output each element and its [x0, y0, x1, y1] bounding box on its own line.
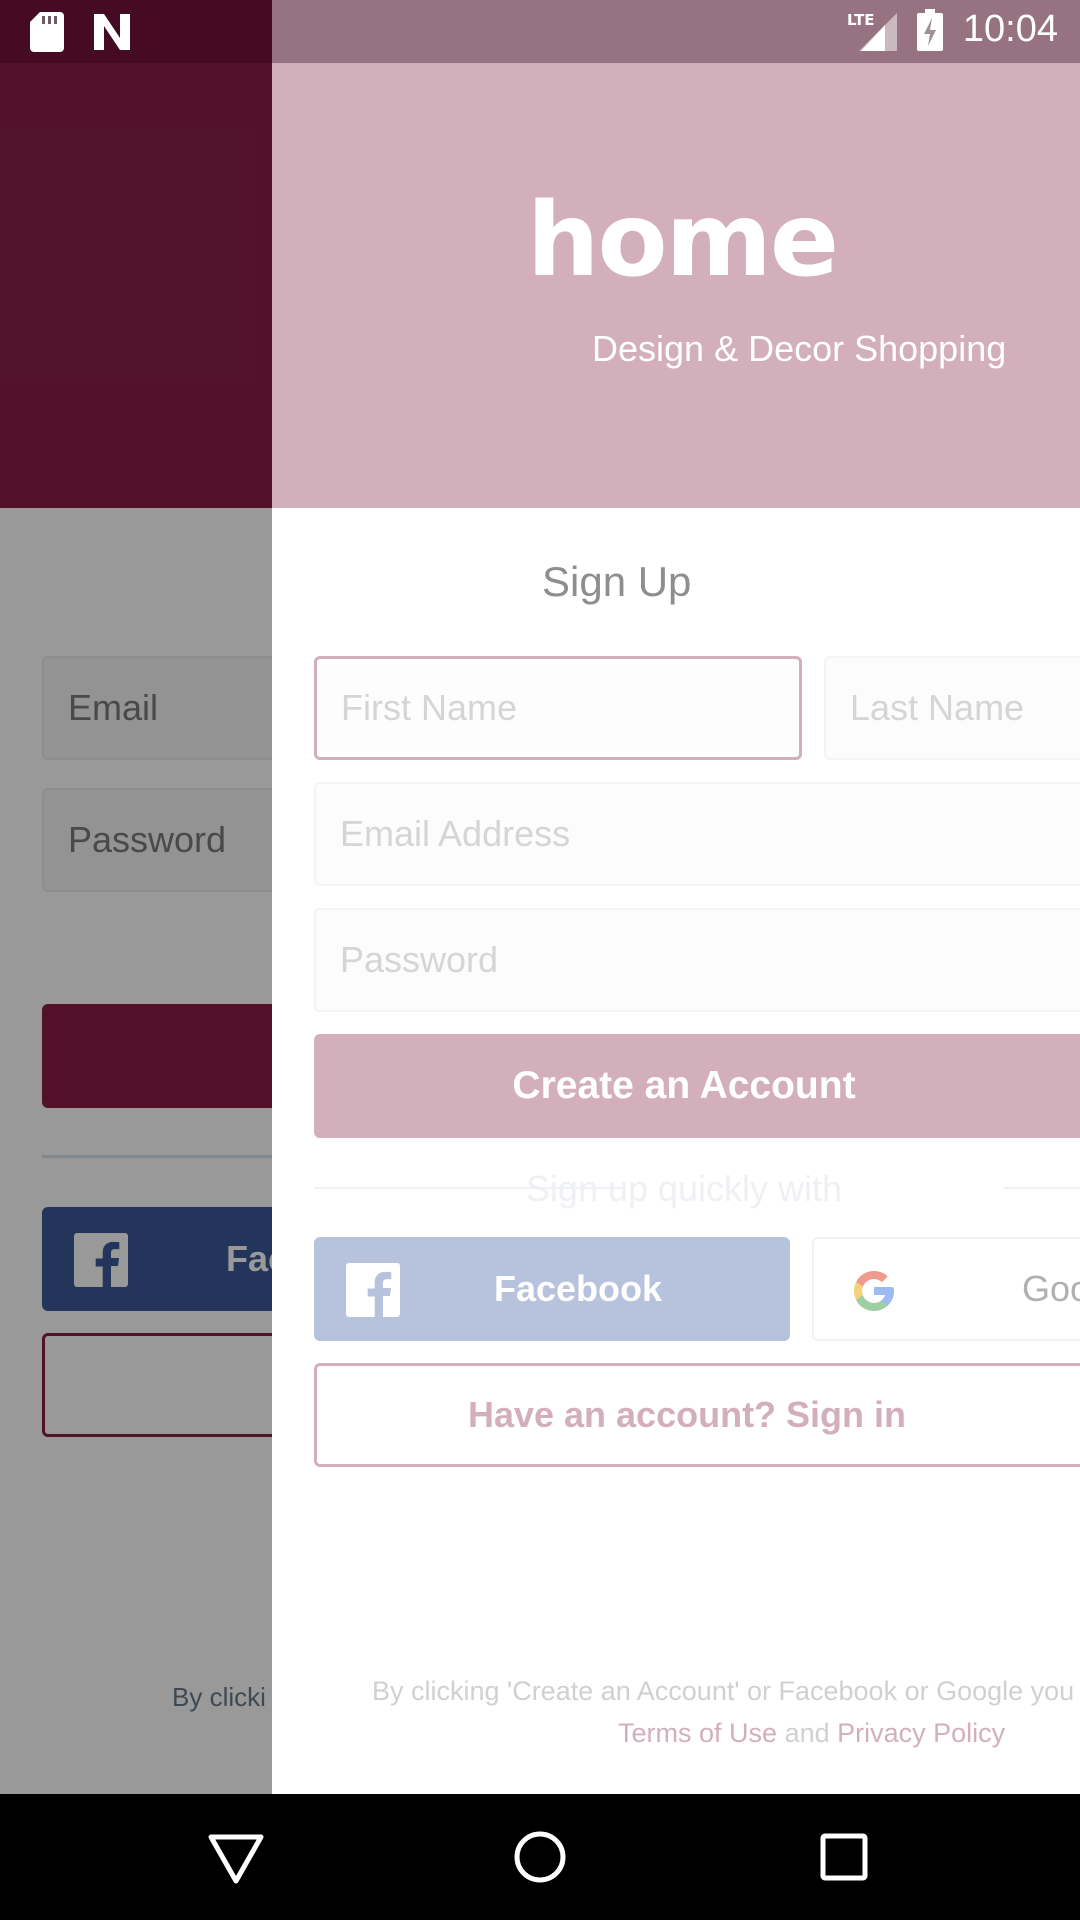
navigation-bar — [0, 1794, 1080, 1920]
signup-panel: home Design & Decor Shopping Sign Up Fir… — [272, 0, 1080, 1794]
last-name-input[interactable]: Last Name — [824, 656, 1080, 760]
divider-line-right — [1004, 1187, 1080, 1189]
n-notification-icon — [94, 14, 130, 50]
email-address-input[interactable]: Email Address — [314, 782, 1080, 886]
google-signup-label: Goo — [1022, 1268, 1080, 1309]
sd-card-icon — [30, 12, 64, 52]
signup-title: Sign Up — [542, 558, 692, 605]
facebook-signup-label: Facebook — [494, 1268, 663, 1309]
quick-signup-label: Sign up quickly with — [525, 1168, 843, 1209]
quick-signup-divider: Sign up quickly with — [314, 1168, 1080, 1209]
terms-of-use-link[interactable]: Terms of Use — [618, 1718, 777, 1748]
status-bar: LTE 10:04 — [0, 0, 1080, 63]
signup-terms-links: Terms of Use and Privacy Policy — [618, 1718, 1005, 1749]
privacy-policy-link[interactable]: Privacy Policy — [837, 1718, 1005, 1748]
email-address-placeholder: Email Address — [340, 813, 571, 854]
signup-header: home Design & Decor Shopping — [272, 0, 1080, 508]
recent-apps-square-icon[interactable] — [814, 1827, 874, 1887]
brand-tagline: Design & Decor Shopping — [592, 328, 1007, 369]
google-signup-button[interactable]: Goo — [812, 1237, 1080, 1341]
have-account-label: Have an account? Sign in — [467, 1394, 907, 1435]
facebook-icon — [346, 1263, 400, 1317]
first-name-placeholder: First Name — [341, 687, 518, 728]
create-account-label: Create an Account — [512, 1064, 856, 1107]
password-placeholder: Password — [340, 939, 499, 980]
brand-logo: home — [526, 181, 839, 300]
network-label: LTE — [847, 11, 875, 29]
back-triangle-icon[interactable] — [206, 1827, 266, 1887]
google-icon — [854, 1271, 894, 1311]
password-input[interactable]: Password — [314, 908, 1080, 1012]
battery-charging-icon — [916, 8, 943, 51]
home-circle-icon[interactable] — [510, 1827, 570, 1887]
first-name-input[interactable]: First Name — [314, 656, 802, 760]
have-account-signin-button[interactable]: Have an account? Sign in — [314, 1363, 1080, 1467]
facebook-signup-button[interactable]: Facebook — [314, 1237, 790, 1341]
lte-signal-icon: LTE — [847, 11, 897, 51]
status-time: 10:04 — [962, 8, 1058, 50]
create-account-button[interactable]: Create an Account — [314, 1034, 1080, 1138]
terms-and-text: and — [784, 1718, 830, 1748]
last-name-placeholder: Last Name — [850, 687, 1025, 728]
signup-terms-text: By clicking 'Create an Account' or Faceb… — [372, 1676, 1075, 1706]
